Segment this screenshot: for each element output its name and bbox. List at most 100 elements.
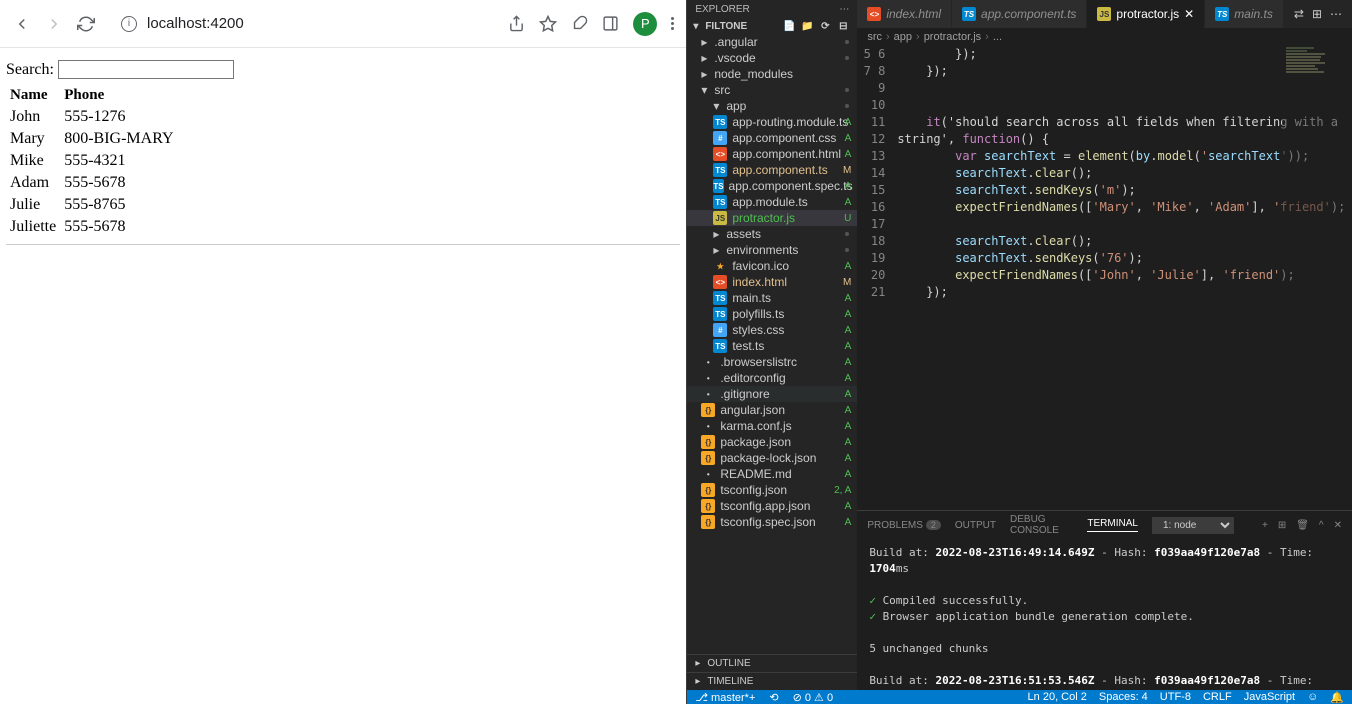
output-tab[interactable]: OUTPUT [955, 520, 996, 531]
file-item[interactable]: •karma.conf.jsA [687, 418, 857, 434]
file-item[interactable]: {}package.jsonA [687, 434, 857, 450]
bookmark-star-icon[interactable] [539, 15, 557, 33]
forward-button[interactable] [44, 14, 64, 34]
file-item[interactable]: <>app.component.htmlA [687, 146, 857, 162]
git-status-badge: A [845, 421, 852, 432]
outline-section[interactable]: ▸ OUTLINE [687, 654, 857, 672]
file-item[interactable]: TSapp.component.spec.tsA [687, 178, 857, 194]
file-item[interactable]: #styles.cssA [687, 322, 857, 338]
browser-menu-icon[interactable] [671, 17, 674, 30]
terminal-output[interactable]: Build at: 2022-08-23T16:49:14.649Z - Has… [857, 539, 1352, 690]
errors-warnings[interactable]: ⊘ 0 ⚠ 0 [793, 691, 834, 704]
encoding[interactable]: UTF-8 [1160, 691, 1191, 704]
file-type-icon: TS [713, 339, 727, 353]
split-terminal-icon[interactable]: ⊞ [1278, 520, 1286, 531]
file-item[interactable]: {}tsconfig.json2, A [687, 482, 857, 498]
file-item[interactable]: •.gitignoreA [687, 386, 857, 402]
reload-button[interactable] [76, 14, 96, 34]
minimap[interactable] [1282, 46, 1352, 510]
refresh-icon[interactable]: ⟳ [817, 21, 833, 32]
file-item[interactable]: TSpolyfills.tsA [687, 306, 857, 322]
file-tree[interactable]: ▸.angular▸.vscode▸node_modules▾src▾appTS… [687, 34, 857, 654]
breadcrumb[interactable]: src›app›protractor.js›... [857, 28, 1352, 46]
problems-tab[interactable]: PROBLEMS2 [867, 520, 941, 531]
file-item[interactable]: •.browserslistrcA [687, 354, 857, 370]
project-name: FILTONE [705, 21, 747, 32]
file-type-icon: • [701, 371, 715, 385]
share-icon[interactable] [508, 15, 525, 32]
file-item[interactable]: #app.component.cssA [687, 130, 857, 146]
tree-item-label: app-routing.module.ts [732, 115, 848, 129]
file-item[interactable]: •README.mdA [687, 466, 857, 482]
new-terminal-icon[interactable]: + [1262, 520, 1268, 531]
timeline-section[interactable]: ▸ TIMELINE [687, 672, 857, 690]
editor-tab[interactable]: TSmain.ts [1205, 0, 1284, 28]
indentation[interactable]: Spaces: 4 [1099, 691, 1148, 704]
folder-item[interactable]: ▾app [687, 98, 857, 114]
close-icon[interactable]: ✕ [1184, 7, 1194, 21]
site-info-icon[interactable]: i [121, 16, 137, 32]
address-bar[interactable]: i localhost:4200 [108, 8, 496, 39]
terminal-tab[interactable]: TERMINAL [1087, 518, 1138, 532]
file-item[interactable]: {}tsconfig.spec.jsonA [687, 514, 857, 530]
editor-tab[interactable]: TSapp.component.ts [952, 0, 1087, 28]
back-button[interactable] [12, 14, 32, 34]
code-editor[interactable]: 5 6 7 8 9 10 11 12 13 14 15 16 17 18 19 … [857, 46, 1352, 510]
compare-icon[interactable]: ⇄ [1294, 7, 1304, 21]
more-actions-icon[interactable]: ⋯ [1330, 7, 1342, 21]
folder-item[interactable]: ▸node_modules [687, 66, 857, 82]
new-file-icon[interactable]: 📄 [781, 21, 797, 32]
profile-avatar[interactable]: P [633, 12, 657, 36]
cell-phone: 555-5678 [60, 216, 177, 238]
extensions-icon[interactable] [571, 15, 588, 32]
file-item[interactable]: TSapp.component.tsM [687, 162, 857, 178]
file-item[interactable]: {}angular.jsonA [687, 402, 857, 418]
file-item[interactable]: TStest.tsA [687, 338, 857, 354]
split-editor-icon[interactable]: ⊞ [1312, 7, 1322, 21]
file-item[interactable]: JSprotractor.jsU [687, 210, 857, 226]
file-type-icon: # [713, 323, 727, 337]
feedback-icon[interactable]: ☺ [1307, 691, 1318, 704]
breadcrumb-item[interactable]: protractor.js [924, 31, 981, 43]
tree-item-label: package.json [720, 435, 791, 449]
side-panel-icon[interactable] [602, 15, 619, 32]
tree-item-label: tsconfig.app.json [720, 499, 810, 513]
tree-item-label: index.html [732, 275, 787, 289]
file-item[interactable]: •.editorconfigA [687, 370, 857, 386]
file-item[interactable]: TSmain.tsA [687, 290, 857, 306]
new-folder-icon[interactable]: 📁 [799, 21, 815, 32]
maximize-icon[interactable]: ^ [1319, 520, 1324, 531]
file-item[interactable]: {}package-lock.jsonA [687, 450, 857, 466]
debug-console-tab[interactable]: DEBUG CONSOLE [1010, 514, 1073, 536]
file-item[interactable]: <>index.htmlM [687, 274, 857, 290]
trash-icon[interactable]: 🗑 [1296, 520, 1309, 531]
git-status-badge: A [845, 405, 852, 416]
file-item[interactable]: ★favicon.icoA [687, 258, 857, 274]
eol[interactable]: CRLF [1203, 691, 1232, 704]
collapse-icon[interactable]: ⊟ [835, 21, 851, 32]
notifications-icon[interactable]: 🔔 [1330, 691, 1344, 704]
friends-table: Name Phone John555-1276Mary800-BIG-MARYM… [6, 85, 178, 238]
folder-item[interactable]: ▸environments [687, 242, 857, 258]
explorer-more-icon[interactable]: ⋯ [839, 4, 849, 15]
folder-item[interactable]: ▸.angular [687, 34, 857, 50]
editor-tab[interactable]: JSprotractor.js✕ [1087, 0, 1205, 28]
branch-status[interactable]: ⎇ master*+ [695, 691, 755, 704]
editor-tab[interactable]: <>index.html [857, 0, 952, 28]
folder-item[interactable]: ▸assets [687, 226, 857, 242]
folder-item[interactable]: ▾src [687, 82, 857, 98]
file-item[interactable]: TSapp.module.tsA [687, 194, 857, 210]
cursor-position[interactable]: Ln 20, Col 2 [1028, 691, 1087, 704]
breadcrumb-item[interactable]: src [867, 31, 882, 43]
close-panel-icon[interactable]: ✕ [1334, 520, 1342, 531]
language-mode[interactable]: JavaScript [1244, 691, 1295, 704]
terminal-select[interactable]: 1: node [1152, 517, 1234, 534]
file-item[interactable]: {}tsconfig.app.jsonA [687, 498, 857, 514]
folder-item[interactable]: ▸.vscode [687, 50, 857, 66]
file-item[interactable]: TSapp-routing.module.tsA [687, 114, 857, 130]
breadcrumb-item[interactable]: ... [993, 31, 1002, 43]
breadcrumb-item[interactable]: app [894, 31, 912, 43]
search-input[interactable] [58, 60, 234, 79]
project-section[interactable]: ▾ FILTONE 📄 📁 ⟳ ⊟ [687, 19, 857, 34]
sync-icon[interactable]: ⟲ [769, 691, 778, 704]
